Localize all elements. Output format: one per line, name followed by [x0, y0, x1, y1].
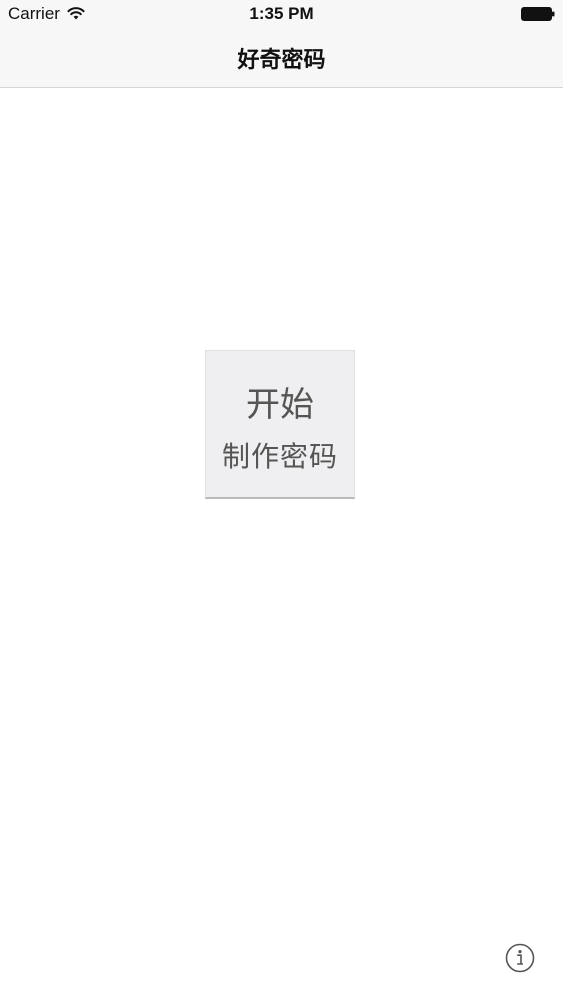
info-icon[interactable]	[505, 943, 535, 973]
start-button-label: 开始	[246, 385, 314, 425]
start-button-sublabel: 制作密码	[221, 440, 338, 473]
top-bar: Carrier 1:35 PM 好奇密码	[0, 0, 563, 88]
page-title: 好奇密码	[237, 48, 326, 73]
start-make-password-button[interactable]: 开始 制作密码	[205, 350, 355, 499]
app-screen: Carrier 1:35 PM 好奇密码 开始 制作密码	[0, 0, 563, 1000]
battery-full-icon	[521, 7, 555, 21]
status-bar: Carrier 1:35 PM	[0, 0, 563, 30]
status-time: 1:35 PM	[249, 4, 314, 23]
